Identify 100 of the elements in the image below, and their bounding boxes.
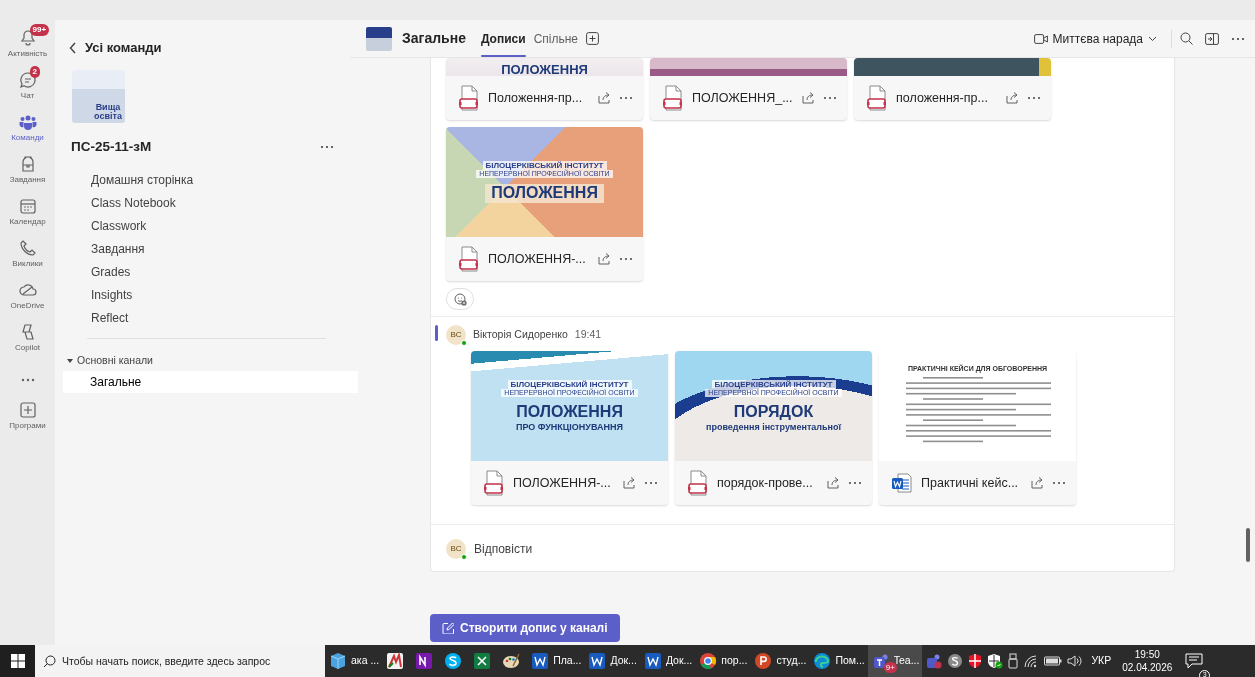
reply-link[interactable]: Відповісти <box>474 540 533 558</box>
share-icon[interactable] <box>1031 477 1044 489</box>
pdf-file-icon <box>458 246 480 272</box>
share-icon[interactable] <box>623 477 636 489</box>
windows-logo-icon <box>10 654 25 668</box>
more-icon[interactable] <box>619 257 633 261</box>
security-shield-icon[interactable] <box>987 653 1004 669</box>
team-nav-item[interactable]: Reflect <box>91 306 129 330</box>
new-post-button[interactable]: Створити допис у каналі <box>430 614 620 642</box>
file-name: положення-пр... <box>896 89 989 107</box>
channel-logo <box>366 26 392 51</box>
more-icon[interactable] <box>848 481 862 485</box>
browser-icon <box>812 651 833 671</box>
channel-tab[interactable]: Дописи <box>480 19 526 58</box>
palette-icon <box>501 651 522 671</box>
online-status-dot <box>461 340 467 346</box>
more-icon[interactable] <box>823 96 837 100</box>
preview-text: ПОРЯДОК <box>733 403 814 422</box>
spreadsheet-app-icon <box>472 651 493 671</box>
share-icon[interactable] <box>802 92 815 104</box>
document-app-icon <box>642 651 663 671</box>
taskbar-app-button[interactable]: Док... <box>639 645 696 677</box>
file-card[interactable]: ПОЛОЖЕННЯ_... <box>650 58 847 120</box>
chat-app-icon <box>443 651 464 671</box>
speaker-icon[interactable] <box>1067 654 1084 668</box>
preview-text: ПРО ФУНКЦІОНУВАННЯ <box>516 421 623 432</box>
channel-item[interactable]: Загальне <box>63 370 358 393</box>
nav-rail-item[interactable]: Чат 2 <box>1 68 54 104</box>
more-icon[interactable] <box>1052 481 1066 485</box>
file-name: ПОЛОЖЕННЯ-... <box>513 474 612 492</box>
chevron-down-icon <box>1148 35 1157 42</box>
nav-rail-item[interactable]: Команди <box>1 110 54 146</box>
more-icon[interactable] <box>1231 36 1245 41</box>
back-link[interactable]: Усі команди <box>63 34 166 58</box>
pdf-file-icon <box>866 85 888 111</box>
notification-badge: 2 <box>29 66 40 78</box>
calendar-icon <box>17 196 38 216</box>
add-app-icon <box>17 400 38 420</box>
share-icon[interactable] <box>598 253 611 265</box>
share-icon[interactable] <box>1006 92 1019 104</box>
taskbar-search-field[interactable]: Чтобы начать поиск, введите здесь запрос <box>35 645 325 677</box>
add-reaction-button[interactable] <box>446 288 474 310</box>
battery-icon[interactable] <box>1044 656 1063 666</box>
more-icon[interactable] <box>644 481 658 485</box>
taskbar-app-button[interactable]: пор... <box>695 645 751 677</box>
file-card[interactable]: положення-пр... <box>854 58 1051 120</box>
taskbar-app-button[interactable]: студ... <box>750 645 810 677</box>
online-status-dot <box>461 554 467 560</box>
share-icon[interactable] <box>827 477 840 489</box>
language-indicator[interactable]: УКР <box>1088 645 1115 677</box>
document-app-icon <box>587 651 608 671</box>
taskbar-app-button[interactable]: Пла... <box>527 645 585 677</box>
preview-text: ПОЛОЖЕННЯ <box>501 63 588 76</box>
back-chevron-icon <box>69 41 77 54</box>
start-button[interactable] <box>0 645 35 677</box>
panel-icon[interactable] <box>1205 32 1219 45</box>
taskbar-app-button[interactable]: ака ... <box>325 645 383 677</box>
usb-drive-icon[interactable] <box>1008 653 1019 669</box>
team-nav-item[interactable]: Class Notebook <box>91 191 176 215</box>
avatar-initials: ВС <box>450 543 462 555</box>
team-nav-item[interactable]: Insights <box>91 283 133 307</box>
nav-rail-item[interactable]: OneDrive <box>1 278 54 314</box>
document-app-icon <box>530 651 551 671</box>
presentation-app-icon <box>753 651 774 671</box>
taskbar-app-button[interactable]: Док... <box>584 645 640 677</box>
search-icon <box>43 655 56 668</box>
file-card[interactable]: ПОЛОЖЕННЯ Положення-пр... <box>446 58 643 120</box>
share-icon[interactable] <box>598 92 611 104</box>
channel-section-toggle[interactable]: Основні канали <box>63 352 153 369</box>
nav-rail-item[interactable]: Виклики <box>1 236 54 272</box>
clock-time[interactable]: 19:50 <box>1122 648 1173 661</box>
channel-tab[interactable]: Спільне <box>533 19 578 58</box>
file-name: Практичні кейс... <box>921 474 1020 492</box>
team-nav-item[interactable]: Домашня сторінка <box>91 168 194 192</box>
nav-rail-item[interactable]: Активність 99+ <box>1 26 54 62</box>
file-name: ПОЛОЖЕННЯ_... <box>692 89 794 107</box>
more-icon[interactable] <box>320 144 334 149</box>
file-name: Положення-пр... <box>488 89 584 107</box>
nav-rail-item[interactable]: Copilot <box>1 320 54 356</box>
nav-rail-item[interactable]: Програми <box>1 398 54 434</box>
taskbar-app-button[interactable]: Пом... <box>809 645 868 677</box>
preview-text: проведення інструментальної <box>705 421 841 432</box>
message-icon <box>1185 653 1204 669</box>
team-nav-item[interactable]: Завдання <box>91 237 145 261</box>
nav-rail-item[interactable]: Календар <box>1 194 54 230</box>
pdf-file-icon <box>458 85 480 111</box>
more-icon[interactable] <box>1027 96 1041 100</box>
app-badge: 9+ <box>883 662 897 673</box>
clock-date[interactable]: 02.04.2026 <box>1122 661 1173 674</box>
add-tab-icon[interactable] <box>586 32 599 45</box>
search-icon[interactable] <box>1180 32 1193 45</box>
browser-icon <box>698 651 719 671</box>
more-icon <box>20 378 35 382</box>
scrollbar-thumb[interactable] <box>1246 528 1250 562</box>
shield-icon[interactable] <box>968 653 983 669</box>
more-icon[interactable] <box>619 96 633 100</box>
nav-rail-item[interactable]: Завдання <box>1 152 54 188</box>
meet-now-button[interactable]: Миттєва нарада <box>1027 29 1163 48</box>
team-nav-item[interactable]: Grades <box>91 260 131 284</box>
team-nav-item[interactable]: Classwork <box>91 214 147 238</box>
